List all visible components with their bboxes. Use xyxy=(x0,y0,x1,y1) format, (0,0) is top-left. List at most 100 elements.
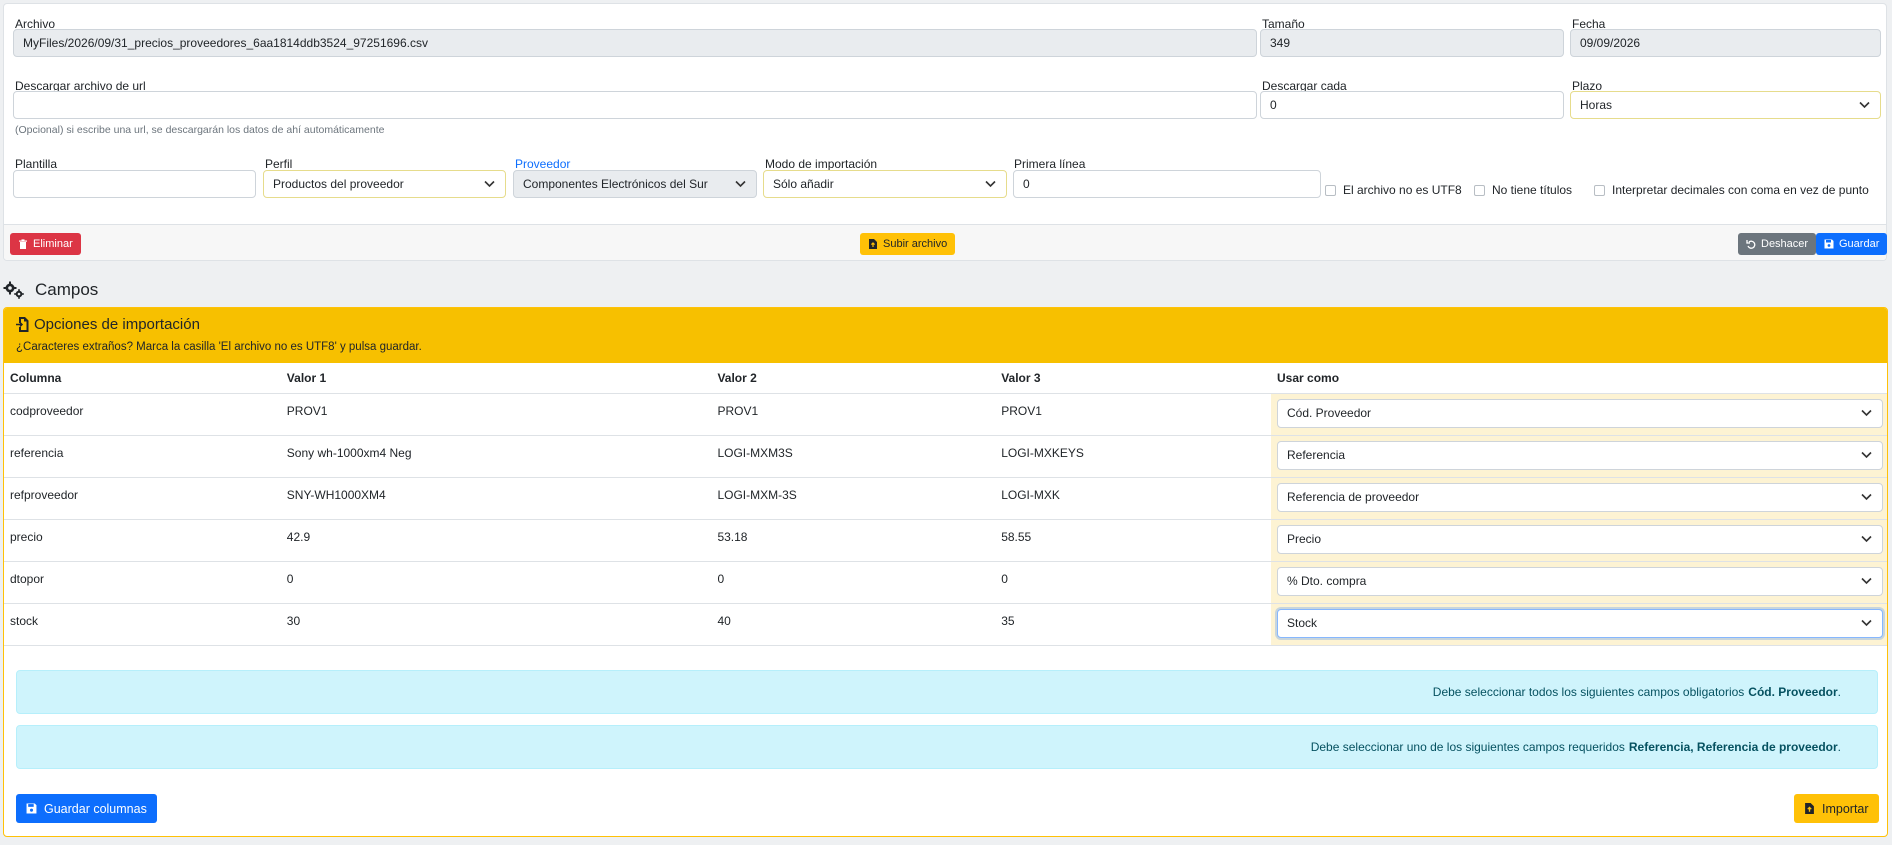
cell-columna: refproveedor xyxy=(4,477,281,520)
undo-icon xyxy=(1746,240,1756,249)
usar-como-select[interactable]: Referencia de proveedor xyxy=(1277,482,1883,512)
deshacer-label: Deshacer xyxy=(1761,238,1809,250)
cell-usar-como: Referencia xyxy=(1271,435,1887,478)
guardar-label: Guardar xyxy=(1839,238,1880,250)
cell-valor-3: LOGI-MXKEYS xyxy=(995,435,1271,478)
table-row: stock 30 40 35 Stock xyxy=(4,603,1887,646)
guardar-button[interactable]: Guardar xyxy=(1816,233,1888,255)
checkbox-box[interactable] xyxy=(1594,184,1605,196)
guardar-columnas-button[interactable]: Guardar columnas xyxy=(16,794,157,823)
cell-valor-2: 40 xyxy=(711,603,996,646)
alert-text: Debe seleccionar uno de los siguientes c… xyxy=(1310,740,1625,754)
url-input[interactable] xyxy=(13,91,1257,119)
plazo-select[interactable]: Horas xyxy=(1570,91,1881,119)
cell-valor-2: LOGI-MXM-3S xyxy=(711,477,996,520)
cell-columna: stock xyxy=(4,603,281,646)
usar-como-select[interactable]: Cód. Proveedor xyxy=(1277,398,1883,428)
column-header: Usar como xyxy=(1271,363,1887,394)
usar-como-value: Stock xyxy=(1287,615,1318,630)
table-row: precio 42.9 53.18 58.55 Precio xyxy=(4,519,1887,562)
fecha-field[interactable]: 09/09/2026 xyxy=(1570,29,1881,57)
no-titulos-checkbox[interactable]: No tiene títulos xyxy=(1474,183,1572,197)
cell-usar-como: Stock xyxy=(1271,603,1887,646)
cell-valor-2: PROV1 xyxy=(711,393,996,436)
cell-valor-3: 0 xyxy=(995,561,1271,604)
file-import-icon xyxy=(1805,803,1814,814)
utf8-checkbox[interactable]: El archivo no es UTF8 xyxy=(1325,183,1462,197)
file-import-icon xyxy=(16,317,29,332)
eliminar-label: Eliminar xyxy=(33,238,73,250)
usar-como-select[interactable]: Stock xyxy=(1277,608,1883,638)
cell-valor-3: PROV1 xyxy=(995,393,1271,436)
eliminar-button[interactable]: Eliminar xyxy=(10,233,81,255)
checkbox-box[interactable] xyxy=(1325,184,1336,196)
import-options-card: Opciones de importación ¿Caracteres extr… xyxy=(3,307,1888,837)
utf8-checkbox-label: El archivo no es UTF8 xyxy=(1343,183,1462,197)
chevron-down-icon xyxy=(1861,577,1872,584)
column-header: Valor 3 xyxy=(995,363,1271,394)
subir-archivo-label: Subir archivo xyxy=(883,238,948,250)
plazo-value: Horas xyxy=(1580,98,1613,112)
perfil-value: Productos del proveedor xyxy=(273,177,404,191)
modo-importacion-value: Sólo añadir xyxy=(773,177,834,191)
cell-valor-1: 42.9 xyxy=(280,519,712,562)
chevron-down-icon xyxy=(1861,451,1872,458)
perfil-label: Perfil xyxy=(265,157,293,171)
proveedor-label: Proveedor xyxy=(515,157,571,171)
cell-columna: referencia xyxy=(4,435,281,478)
cell-usar-como: Referencia de proveedor xyxy=(1271,477,1887,520)
file-settings-card: Archivo MyFiles/2026/09/31_precios_prove… xyxy=(3,3,1888,261)
plantilla-input[interactable] xyxy=(13,170,256,198)
cell-valor-1: SNY-WH1000XM4 xyxy=(280,477,712,520)
cell-valor-3: 35 xyxy=(995,603,1271,646)
tamano-field[interactable]: 349 xyxy=(1260,29,1564,57)
cell-valor-1: 0 xyxy=(280,561,712,604)
modo-importacion-select[interactable]: Sólo añadir xyxy=(763,170,1007,198)
subir-archivo-button[interactable]: Subir archivo xyxy=(860,233,956,255)
import-options-header: Opciones de importación ¿Caracteres extr… xyxy=(4,308,1887,363)
usar-como-value: Cód. Proveedor xyxy=(1287,405,1372,420)
import-options-subtitle: ¿Caracteres extraños? Marca la casilla '… xyxy=(16,341,422,353)
file-upload-icon xyxy=(869,239,877,249)
archivo-field[interactable]: MyFiles/2026/09/31_precios_proveedores_6… xyxy=(13,29,1257,57)
usar-como-value: Referencia de proveedor xyxy=(1287,489,1420,504)
guardar-columnas-label: Guardar columnas xyxy=(44,801,147,816)
usar-como-select[interactable]: Precio xyxy=(1277,524,1883,554)
cogs-icon xyxy=(3,281,24,299)
campos-heading: Campos xyxy=(3,280,98,300)
table-header-row: Columna Valor 1 Valor 2 Valor 3 Usar com… xyxy=(4,363,1887,394)
column-header: Valor 1 xyxy=(280,363,712,394)
descargar-cada-input[interactable]: 0 xyxy=(1260,91,1564,119)
chevron-down-icon xyxy=(1861,409,1872,416)
chevron-down-icon xyxy=(1859,101,1870,109)
cell-valor-2: 0 xyxy=(711,561,996,604)
url-help-text: (Opcional) si escribe una url, se descar… xyxy=(15,124,385,136)
usar-como-value: Precio xyxy=(1287,531,1322,546)
chevron-down-icon xyxy=(735,180,746,188)
modo-importacion-label: Modo de importación xyxy=(765,157,878,171)
proveedor-value: Componentes Electrónicos del Sur xyxy=(523,177,708,191)
table-row: codproveedor PROV1 PROV1 PROV1 Cód. Proveedo… xyxy=(4,393,1887,436)
toolbar: Eliminar Subir archivo Deshacer Guardar xyxy=(4,224,1888,260)
decimales-coma-checkbox-label: Interpretar decimales con coma en vez de… xyxy=(1612,183,1869,197)
deshacer-button[interactable]: Deshacer xyxy=(1738,233,1817,255)
checkbox-box[interactable] xyxy=(1474,184,1485,196)
proveedor-select[interactable]: Componentes Electrónicos del Sur xyxy=(513,170,757,198)
importar-button[interactable]: Importar xyxy=(1794,794,1879,823)
chevron-down-icon xyxy=(1861,493,1872,500)
primera-linea-input[interactable]: 0 xyxy=(1013,170,1321,198)
alert-bold: Referencia, Referencia de proveedor xyxy=(1628,740,1838,754)
perfil-select[interactable]: Productos del proveedor xyxy=(263,170,506,198)
cell-valor-3: 58.55 xyxy=(995,519,1271,562)
cell-columna: codproveedor xyxy=(4,393,281,436)
usar-como-select[interactable]: % Dto. compra xyxy=(1277,566,1883,596)
import-options-title: Opciones de importación xyxy=(16,316,200,333)
alert-period: . xyxy=(1837,740,1841,754)
cell-valor-3: LOGI-MXK xyxy=(995,477,1271,520)
plantilla-label: Plantilla xyxy=(15,157,58,171)
columns-table: Columna Valor 1 Valor 2 Valor 3 Usar com… xyxy=(4,363,1887,646)
decimales-coma-checkbox[interactable]: Interpretar decimales con coma en vez de… xyxy=(1594,183,1869,197)
table-row: refproveedor SNY-WH1000XM4 LOGI-MXM-3S LOGI… xyxy=(4,477,1887,520)
usar-como-select[interactable]: Referencia xyxy=(1277,440,1883,470)
import-options-title-text: Opciones de importación xyxy=(34,316,200,333)
